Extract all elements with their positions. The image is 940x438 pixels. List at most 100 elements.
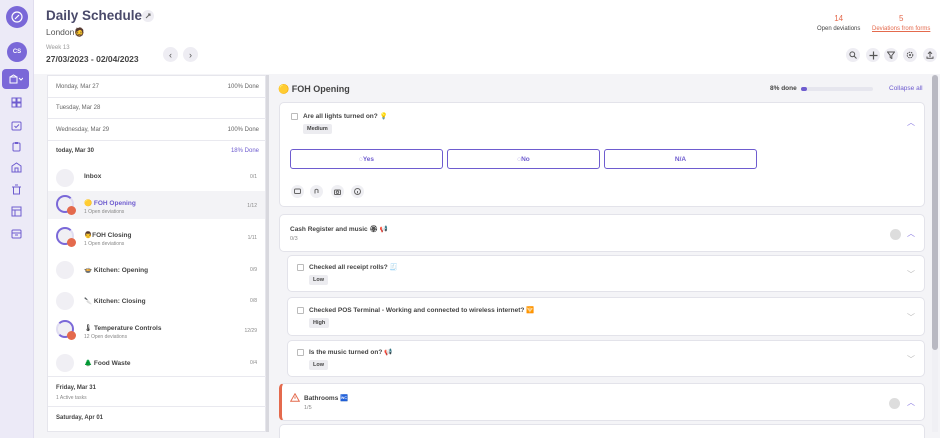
task-foh-closing[interactable]: 👨FOH Closing 1 Open deviations 1/11 xyxy=(48,223,265,251)
task-progress-icon xyxy=(56,320,76,340)
panel-resize-handle[interactable] xyxy=(266,75,269,432)
task-progress-icon xyxy=(56,227,76,247)
gear-icon[interactable] xyxy=(890,229,901,240)
question-checkbox[interactable] xyxy=(297,307,304,314)
app-logo-icon[interactable] xyxy=(6,6,28,28)
store-nav-button[interactable] xyxy=(2,69,29,89)
task-kitchen-closing[interactable]: 🔪 Kitchen: Closing 0/8 xyxy=(48,288,265,312)
gear-icon xyxy=(906,51,914,59)
dashboard-icon[interactable] xyxy=(11,97,22,108)
gear-icon[interactable] xyxy=(889,398,900,409)
answer-no-button[interactable]: ◌ No xyxy=(447,149,600,169)
day-row-today[interactable]: today, Mar 30 18% Done xyxy=(48,141,267,162)
task-count: 0/9 xyxy=(250,267,257,273)
user-avatar[interactable]: CS xyxy=(7,42,27,62)
day-row-wednesday[interactable]: Wednesday, Mar 29 100% Done xyxy=(48,119,267,141)
chevron-up-icon[interactable]: ︿ xyxy=(907,228,915,239)
day-row-tuesday[interactable]: Tuesday, Mar 28 xyxy=(48,98,267,119)
nav-rail: CS xyxy=(0,0,34,438)
chevron-left-icon: ‹ xyxy=(169,49,172,60)
add-button[interactable] xyxy=(866,48,880,62)
task-count: 1/11 xyxy=(247,235,257,241)
task-count: 0/4 xyxy=(250,360,257,366)
form-deviations-stat[interactable]: 5 Deviations from forms xyxy=(872,14,930,32)
filter-button[interactable] xyxy=(884,48,898,62)
paperclip-icon xyxy=(314,188,319,194)
chevron-down-icon[interactable]: ﹀ xyxy=(907,312,915,323)
expand-icon[interactable] xyxy=(142,10,154,22)
question-card-music: Is the music turned on? 📢 Low ﹀ xyxy=(287,340,925,377)
day-list-panel: Monday, Mar 27 100% Done Tuesday, Mar 28… xyxy=(47,75,267,432)
answer-yes-label: Yes xyxy=(362,155,375,163)
task-name: 🔪 Kitchen: Closing xyxy=(84,298,146,305)
answer-yes-button[interactable]: ◌ Yes xyxy=(290,149,443,169)
task-name: Inbox xyxy=(84,173,102,180)
comment-button[interactable] xyxy=(291,185,304,198)
task-foh-opening[interactable]: 🟡 FOH Opening 1 Open deviations 1/12 xyxy=(48,191,265,219)
checklist-header: 🟡 FOH Opening 8% done Collapse all xyxy=(278,80,928,100)
task-name: 🌲 Food Waste xyxy=(84,360,131,367)
export-button[interactable] xyxy=(923,48,937,62)
task-food-waste[interactable]: 🌲 Food Waste 0/4 xyxy=(48,350,265,374)
next-week-button[interactable]: › xyxy=(183,47,198,62)
avatar-initials: CS xyxy=(12,49,22,55)
question-checkbox[interactable] xyxy=(291,113,298,120)
chevron-down-icon[interactable]: ﹀ xyxy=(907,269,915,280)
day-row-saturday[interactable]: Saturday, Apr 01 xyxy=(48,407,267,431)
task-kitchen-opening[interactable]: 🍲 Kitchen: Opening 0/9 xyxy=(48,257,265,281)
question-text: Are all lights turned on? 💡 xyxy=(303,113,388,120)
open-deviations-count: 14 xyxy=(834,14,844,23)
task-progress-icon xyxy=(56,354,74,372)
chevron-right-icon: › xyxy=(189,49,192,60)
comment-icon xyxy=(294,188,301,194)
question-text: Checked POS Terminal - Working and conne… xyxy=(309,307,535,314)
day-name: Monday, Mar 27 xyxy=(56,84,99,90)
task-temperature-controls[interactable]: 🌡 Temperature Controls 12 Open deviation… xyxy=(48,316,265,344)
day-row-friday[interactable]: Friday, Mar 31 1 Active tasks xyxy=(48,376,267,407)
trash-icon[interactable] xyxy=(11,184,22,195)
clipboard-icon[interactable] xyxy=(11,141,22,152)
question-checkbox[interactable] xyxy=(297,264,304,271)
previous-week-button[interactable]: ‹ xyxy=(163,47,178,62)
section-bathrooms[interactable]: Bathrooms 🚾 1/5 ︿ xyxy=(279,383,925,421)
task-progress-icon xyxy=(56,261,74,279)
search-button[interactable] xyxy=(846,48,860,62)
priority-badge: Low xyxy=(309,275,328,285)
page-header: Daily Schedule London🧔 Week 13 27/03/202… xyxy=(34,0,940,74)
task-progress-icon xyxy=(56,292,74,310)
section-title: Cash Register and music 🏵 📢 xyxy=(290,226,388,233)
scrollbar-thumb[interactable] xyxy=(932,75,938,350)
building-icon[interactable] xyxy=(11,162,22,173)
task-count: 12/29 xyxy=(244,328,257,334)
day-row-monday[interactable]: Monday, Mar 27 100% Done xyxy=(48,76,267,98)
collapse-all-link[interactable]: Collapse all xyxy=(889,85,923,92)
task-count: 0/1 xyxy=(250,174,257,180)
question-text: Is the music turned on? 📢 xyxy=(309,349,393,356)
archive-icon[interactable] xyxy=(11,228,22,239)
chevron-up-icon[interactable]: ︿ xyxy=(907,397,915,408)
chevron-up-icon[interactable]: ︿ xyxy=(907,117,915,128)
chevron-down-icon[interactable]: ﹀ xyxy=(907,354,915,365)
form-deviations-link[interactable]: Deviations from forms xyxy=(872,26,930,32)
open-deviations-label: Open deviations xyxy=(817,26,861,32)
alert-badge xyxy=(67,206,76,215)
info-button[interactable] xyxy=(351,185,364,198)
plus-icon xyxy=(869,51,877,59)
report-icon[interactable] xyxy=(11,206,22,217)
section-cash-register[interactable]: Cash Register and music 🏵 📢 0/3 ︿ xyxy=(279,214,925,252)
question-checkbox[interactable] xyxy=(297,349,304,356)
answer-na-button[interactable]: N/A xyxy=(604,149,757,169)
task-name: 🍲 Kitchen: Opening xyxy=(84,267,149,274)
question-text: Checked all receipt rolls? 🧾 xyxy=(309,264,398,271)
day-name: Friday, Mar 31 xyxy=(56,385,96,391)
task-inbox[interactable]: Inbox 0/1 xyxy=(48,165,265,189)
location-label[interactable]: London🧔 xyxy=(46,27,85,38)
day-name: Wednesday, Mar 29 xyxy=(56,127,110,133)
photo-button[interactable] xyxy=(331,185,344,198)
settings-button[interactable] xyxy=(903,48,917,62)
calendar-check-icon[interactable] xyxy=(11,120,22,131)
question-card-pos-terminal: Checked POS Terminal - Working and conne… xyxy=(287,297,925,336)
attachment-button[interactable] xyxy=(310,185,323,198)
question-card-receipt-rolls: Checked all receipt rolls? 🧾 Low ﹀ xyxy=(287,255,925,292)
progress-bar xyxy=(801,87,873,91)
